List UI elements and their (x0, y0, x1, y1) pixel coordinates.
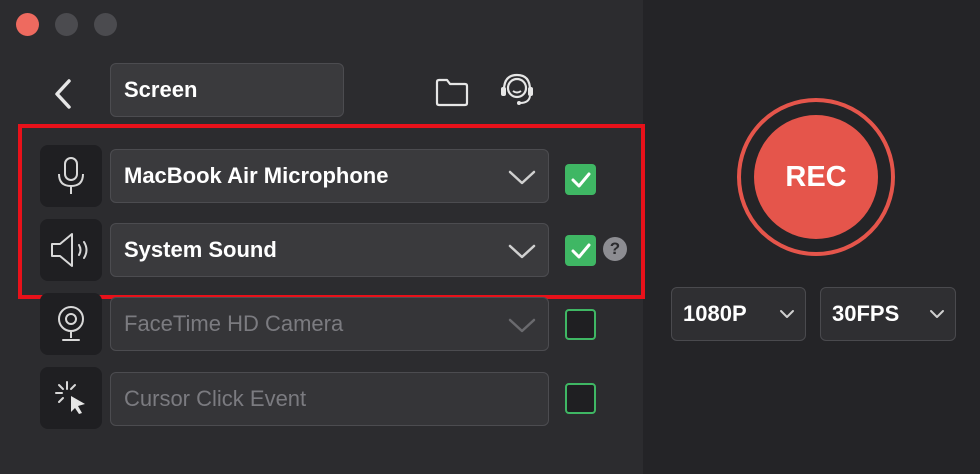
checkmark-icon (571, 172, 590, 187)
microphone-source-icon-tile (40, 145, 102, 207)
resolution-select[interactable]: 1080P (671, 287, 806, 341)
speaker-icon (51, 233, 88, 267)
system-sound-help-icon[interactable]: ? (603, 237, 627, 261)
chevron-down-icon (930, 310, 944, 318)
mode-value: Screen (124, 77, 198, 102)
system-sound-source-icon-tile (40, 219, 102, 281)
chevron-down-icon (508, 318, 536, 333)
microphone-checkbox[interactable] (565, 164, 596, 195)
window-close-button[interactable] (16, 13, 39, 36)
window-maximize-button[interactable] (94, 13, 117, 36)
chevron-down-icon (508, 170, 536, 185)
microphone-select-value: MacBook Air Microphone (124, 163, 389, 188)
support-button[interactable] (498, 70, 536, 108)
cursor-click-checkbox[interactable] (565, 383, 596, 414)
folder-button[interactable] (434, 74, 470, 108)
camera-source-icon-tile (40, 293, 102, 355)
camera-select-value: FaceTime HD Camera (124, 311, 344, 336)
microphone-icon (58, 157, 84, 194)
framerate-select[interactable]: 30FPS (820, 287, 956, 341)
cursor-click-value: Cursor Click Event (124, 386, 307, 411)
chevron-down-icon (508, 244, 536, 259)
folder-icon (435, 78, 469, 107)
checkmark-icon (571, 243, 590, 258)
window-minimize-button[interactable] (55, 13, 78, 36)
camera-select[interactable]: FaceTime HD Camera (110, 297, 549, 351)
cursor-click-field[interactable]: Cursor Click Event (110, 372, 549, 426)
system-sound-select-value: System Sound (124, 237, 277, 262)
mode-field[interactable]: Screen (110, 63, 344, 117)
system-sound-select[interactable]: System Sound (110, 223, 549, 277)
system-sound-checkbox[interactable] (565, 235, 596, 266)
microphone-select[interactable]: MacBook Air Microphone (110, 149, 549, 203)
rec-label: REC (785, 160, 847, 193)
resolution-value: 1080P (683, 301, 747, 326)
back-button[interactable] (48, 76, 78, 112)
rec-button[interactable]: REC (754, 115, 878, 239)
camera-checkbox[interactable] (565, 309, 596, 340)
cursor-source-icon-tile (40, 367, 102, 429)
framerate-value: 30FPS (832, 301, 900, 326)
cursor-click-icon (55, 381, 85, 414)
back-chevron-icon (55, 79, 71, 109)
chevron-down-icon (780, 310, 794, 318)
headset-support-icon (501, 73, 533, 105)
webcam-icon (58, 306, 84, 341)
